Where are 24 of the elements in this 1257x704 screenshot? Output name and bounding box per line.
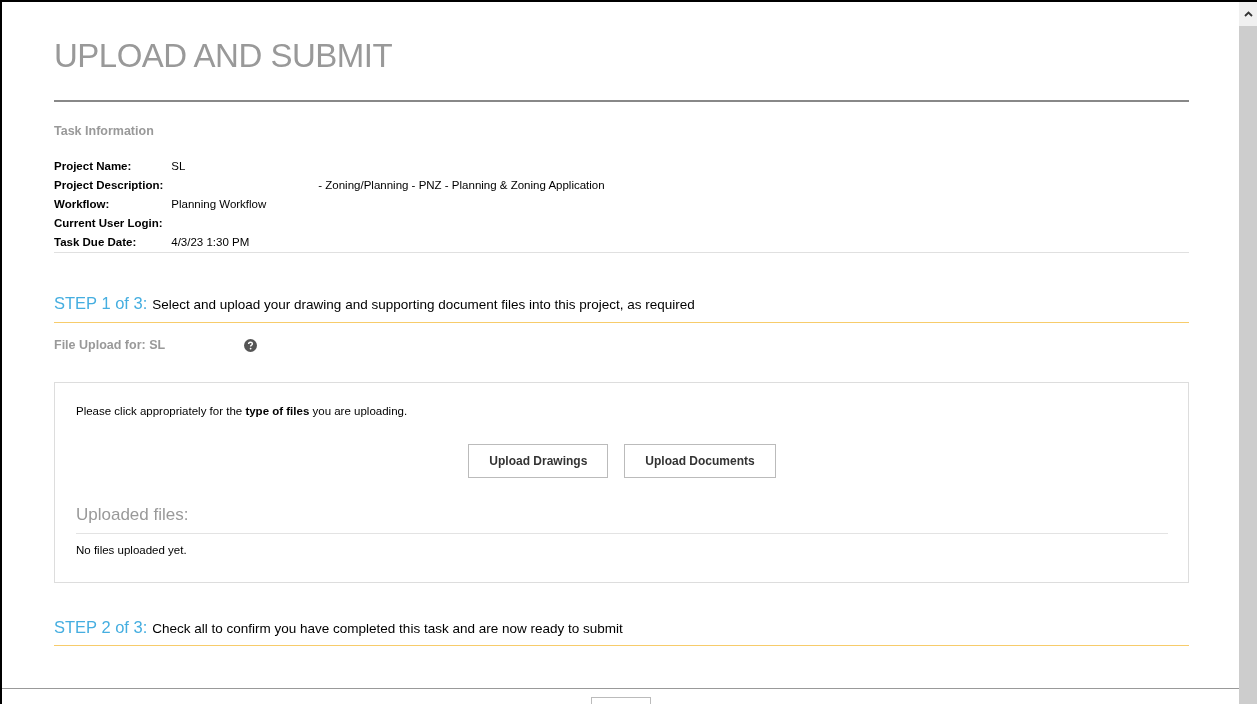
upload-button[interactable]: Upload Documents bbox=[624, 443, 776, 478]
instruction-text: Please click appropriately for the type of files you are uploading. bbox=[76, 403, 409, 419]
step-number: STEP 1 of 3: bbox=[54, 293, 148, 315]
scroll-up-icon[interactable] bbox=[1243, 11, 1253, 17]
field-value: SL bbox=[171, 160, 186, 173]
section-heading: Task Information bbox=[54, 123, 155, 141]
uploaded-files-heading: Uploaded files: bbox=[76, 501, 1168, 535]
field-label: Current User Login: bbox=[54, 217, 163, 230]
scrollbar[interactable] bbox=[1239, 2, 1257, 704]
help-icon[interactable] bbox=[244, 338, 257, 352]
upload-button[interactable]: Upload Drawings bbox=[468, 443, 609, 478]
field-label: Project Name: bbox=[54, 160, 132, 173]
field-label: Task Due Date: bbox=[54, 236, 137, 249]
page-title: UPLOAD AND SUBMIT bbox=[54, 38, 394, 75]
step-number: STEP 2 of 3: bbox=[54, 616, 148, 638]
field-value: Planning Workflow bbox=[171, 198, 267, 211]
field-label: Workflow: bbox=[54, 198, 110, 211]
step-instruction: Select and upload your drawing and supporting document files into this project, as required bbox=[152, 296, 695, 315]
status-text: No files uploaded yet. bbox=[76, 543, 188, 559]
file-upload-label: File Upload for: SL bbox=[54, 336, 167, 354]
field-label: Project Description: bbox=[54, 179, 164, 192]
step-instruction: Check all to confirm you have completed this task and are now ready to submit bbox=[152, 619, 623, 638]
field-value: 4/3/23 1:30 PM bbox=[171, 236, 250, 249]
field-value: - Zoning/Planning - PNZ - Planning & Zoning Application bbox=[318, 179, 605, 192]
